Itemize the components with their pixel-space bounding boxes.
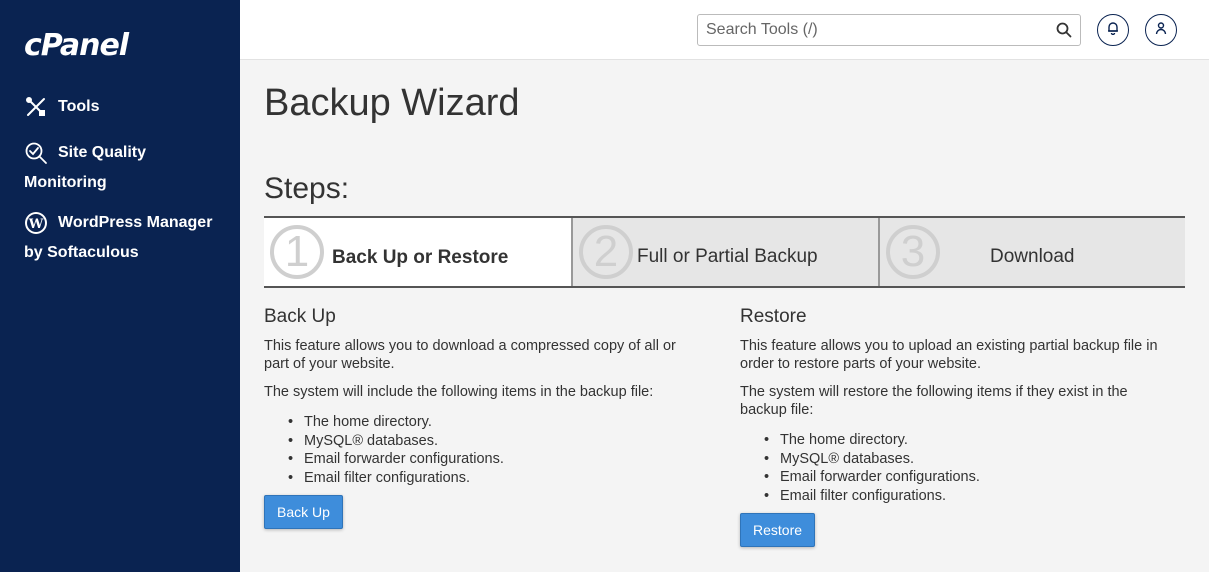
step-download: 3 Download	[878, 218, 1185, 286]
steps-bar: 1 Back Up or Restore 2 Full or Partial B…	[264, 216, 1185, 288]
steps-title: Steps:	[264, 172, 350, 205]
wordpress-icon: W	[24, 211, 48, 235]
backup-items-list: The home directory. MySQL® databases. Em…	[288, 413, 694, 487]
list-item: Email filter configurations.	[288, 469, 694, 488]
search-box	[697, 14, 1081, 46]
step-number: 2	[579, 225, 633, 279]
notifications-button[interactable]	[1097, 14, 1129, 46]
user-icon	[1154, 21, 1168, 40]
top-bar	[240, 0, 1209, 60]
list-item: The home directory.	[764, 431, 1170, 450]
list-item: Email filter configurations.	[764, 487, 1170, 506]
restore-description: This feature allows you to upload an exi…	[740, 338, 1158, 372]
restore-section: Restore This feature allows you to uploa…	[740, 306, 1170, 505]
step-back-up-or-restore: 1 Back Up or Restore	[264, 218, 571, 286]
list-item: Email forwarder configurations.	[288, 450, 694, 469]
sidebar-item-tools[interactable]: Tools	[24, 92, 99, 122]
sidebar-item-label-cont: Monitoring	[24, 174, 107, 191]
user-menu-button[interactable]	[1145, 14, 1177, 46]
list-item: Email forwarder configurations.	[764, 468, 1170, 487]
sidebar-item-wordpress-manager[interactable]: W WordPress Manager by Softaculous	[24, 208, 234, 268]
svg-text:W: W	[28, 217, 44, 232]
list-item: MySQL® databases.	[288, 432, 694, 451]
restore-items-list: The home directory. MySQL® databases. Em…	[764, 431, 1170, 505]
restore-intro: The system will restore the following it…	[740, 384, 1128, 418]
step-label: Back Up or Restore	[332, 247, 509, 268]
step-full-or-partial-backup: 2 Full or Partial Backup	[571, 218, 878, 286]
backup-description: This feature allows you to download a co…	[264, 338, 676, 372]
sidebar-item-label: WordPress Manager	[58, 214, 213, 231]
restore-heading: Restore	[740, 306, 807, 327]
step-number: 3	[886, 225, 940, 279]
back-up-button[interactable]: Back Up	[264, 495, 343, 529]
sidebar: cPanel Tools Site Quality Monitoring W W…	[0, 0, 240, 572]
sidebar-item-label-wrap: Site Quality Monitoring	[24, 138, 147, 198]
bell-icon	[1106, 21, 1120, 40]
step-label: Download	[990, 246, 1075, 267]
page-title: Backup Wizard	[264, 82, 520, 124]
backup-heading: Back Up	[264, 306, 336, 327]
sidebar-item-label: Site Quality	[58, 144, 147, 161]
search-input[interactable]	[698, 15, 1048, 45]
sidebar-item-label-cont: by Softaculous	[24, 244, 139, 261]
sidebar-item-site-quality-monitoring[interactable]: Site Quality Monitoring	[24, 138, 224, 198]
list-item: The home directory.	[288, 413, 694, 432]
step-number: 1	[270, 225, 324, 279]
list-item: MySQL® databases.	[764, 450, 1170, 469]
tools-icon	[24, 95, 48, 119]
sidebar-item-label: Tools	[58, 98, 100, 115]
backup-intro: The system will include the following it…	[264, 384, 654, 400]
cpanel-logo[interactable]: cPanel	[24, 28, 129, 63]
step-label: Full or Partial Backup	[637, 246, 818, 267]
sidebar-item-label-wrap: WordPress Manager by Softaculous	[24, 208, 213, 268]
restore-button[interactable]: Restore	[740, 513, 816, 547]
search-icon[interactable]	[1056, 22, 1072, 38]
site-quality-icon	[24, 141, 48, 165]
backup-section: Back Up This feature allows you to downl…	[264, 306, 694, 487]
